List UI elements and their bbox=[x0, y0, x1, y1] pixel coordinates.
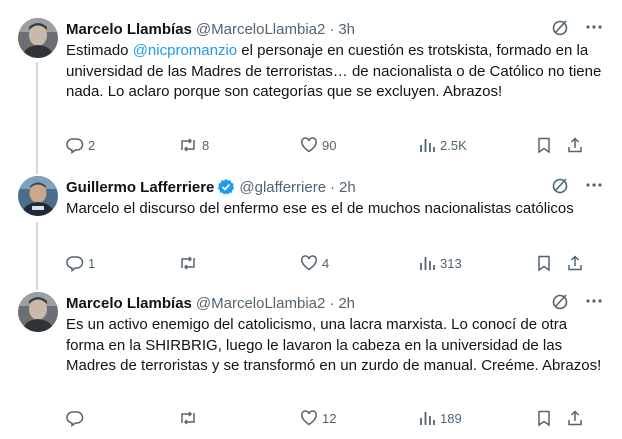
action-bar: 12 189 bbox=[66, 408, 604, 428]
avatar[interactable] bbox=[18, 176, 58, 216]
tweet[interactable]: Marcelo Llambías @MarceloLlambia2 · 2h E… bbox=[0, 292, 622, 432]
views-icon bbox=[418, 409, 436, 427]
bookmark-icon bbox=[535, 254, 553, 272]
reply-button[interactable]: 2 bbox=[66, 135, 95, 155]
repost-icon bbox=[178, 136, 198, 154]
repost-icon bbox=[178, 409, 198, 427]
share-icon bbox=[566, 409, 584, 427]
separator-dot: · bbox=[329, 294, 335, 312]
more-icon[interactable] bbox=[584, 175, 604, 200]
timestamp[interactable]: 2h bbox=[339, 179, 356, 196]
action-bar: 2 8 90 2.5K bbox=[66, 135, 604, 155]
grok-icon[interactable] bbox=[550, 291, 570, 316]
repost-button[interactable] bbox=[178, 408, 202, 428]
avatar[interactable] bbox=[18, 292, 58, 332]
avatar[interactable] bbox=[18, 18, 58, 58]
views-icon bbox=[418, 136, 436, 154]
views-icon bbox=[418, 254, 436, 272]
bookmark-button[interactable] bbox=[535, 253, 553, 273]
reply-icon bbox=[66, 409, 84, 427]
like-icon bbox=[300, 409, 318, 427]
repost-count: 8 bbox=[202, 137, 210, 153]
author-name[interactable]: Marcelo Llambías bbox=[66, 295, 192, 312]
author-name[interactable]: Guillermo Lafferriere bbox=[66, 179, 214, 196]
reply-button[interactable]: 1 bbox=[66, 253, 95, 273]
author-name[interactable]: Marcelo Llambías bbox=[66, 21, 192, 38]
bookmark-icon bbox=[535, 409, 553, 427]
author-handle[interactable]: @MarceloLlambia2 bbox=[196, 21, 325, 38]
like-button[interactable]: 4 bbox=[300, 253, 329, 273]
grok-icon[interactable] bbox=[550, 17, 570, 42]
timestamp[interactable]: 2h bbox=[338, 295, 355, 312]
more-icon[interactable] bbox=[584, 291, 604, 316]
share-button[interactable] bbox=[566, 408, 584, 428]
thread-feed: Marcelo Llambías @MarceloLlambia2 · 3h E… bbox=[0, 0, 622, 439]
bookmark-icon bbox=[535, 136, 553, 154]
like-count: 4 bbox=[322, 255, 330, 271]
views-count: 189 bbox=[440, 410, 462, 426]
reply-count: 2 bbox=[88, 137, 96, 153]
views-button[interactable]: 313 bbox=[418, 253, 462, 273]
action-bar: 1 4 313 bbox=[66, 253, 604, 273]
share-button[interactable] bbox=[566, 253, 584, 273]
like-count: 12 bbox=[322, 410, 337, 426]
tweet[interactable]: Guillermo Lafferriere @glafferriere · 2h… bbox=[0, 176, 622, 281]
tweet-text: Es un activo enemigo del catolicismo, un… bbox=[66, 316, 602, 374]
tweet-text: Marcelo el discurso del enfermo ese es e… bbox=[66, 200, 574, 217]
views-count: 313 bbox=[440, 255, 462, 271]
share-icon bbox=[566, 254, 584, 272]
views-button[interactable]: 189 bbox=[418, 408, 462, 428]
more-icon[interactable] bbox=[584, 17, 604, 42]
reply-button[interactable] bbox=[66, 408, 88, 428]
bookmark-button[interactable] bbox=[535, 135, 553, 155]
mention-link[interactable]: @nicpromanzio bbox=[133, 42, 237, 59]
views-count: 2.5K bbox=[440, 137, 467, 153]
reply-count: 1 bbox=[88, 255, 96, 271]
author-handle[interactable]: @glafferriere bbox=[239, 179, 326, 196]
bookmark-button[interactable] bbox=[535, 408, 553, 428]
like-button[interactable]: 12 bbox=[300, 408, 336, 428]
tweet[interactable]: Marcelo Llambías @MarceloLlambia2 · 3h E… bbox=[0, 18, 622, 168]
like-icon bbox=[300, 254, 318, 272]
separator-dot: · bbox=[330, 178, 336, 196]
like-button[interactable]: 90 bbox=[300, 135, 336, 155]
reply-icon bbox=[66, 254, 84, 272]
like-count: 90 bbox=[322, 137, 337, 153]
separator-dot: · bbox=[329, 20, 335, 38]
share-icon bbox=[566, 136, 584, 154]
tweet-text-part: Estimado bbox=[66, 42, 133, 59]
author-handle[interactable]: @MarceloLlambia2 bbox=[196, 295, 325, 312]
verified-badge-icon bbox=[217, 178, 235, 196]
repost-button[interactable] bbox=[178, 253, 202, 273]
tweet-text: Estimado @nicpromanzio el personaje en c… bbox=[66, 41, 602, 103]
timestamp[interactable]: 3h bbox=[338, 21, 355, 38]
like-icon bbox=[300, 136, 318, 154]
repost-button[interactable]: 8 bbox=[178, 135, 209, 155]
reply-icon bbox=[66, 136, 84, 154]
repost-icon bbox=[178, 254, 198, 272]
share-button[interactable] bbox=[566, 135, 584, 155]
views-button[interactable]: 2.5K bbox=[418, 135, 467, 155]
grok-icon[interactable] bbox=[550, 175, 570, 200]
